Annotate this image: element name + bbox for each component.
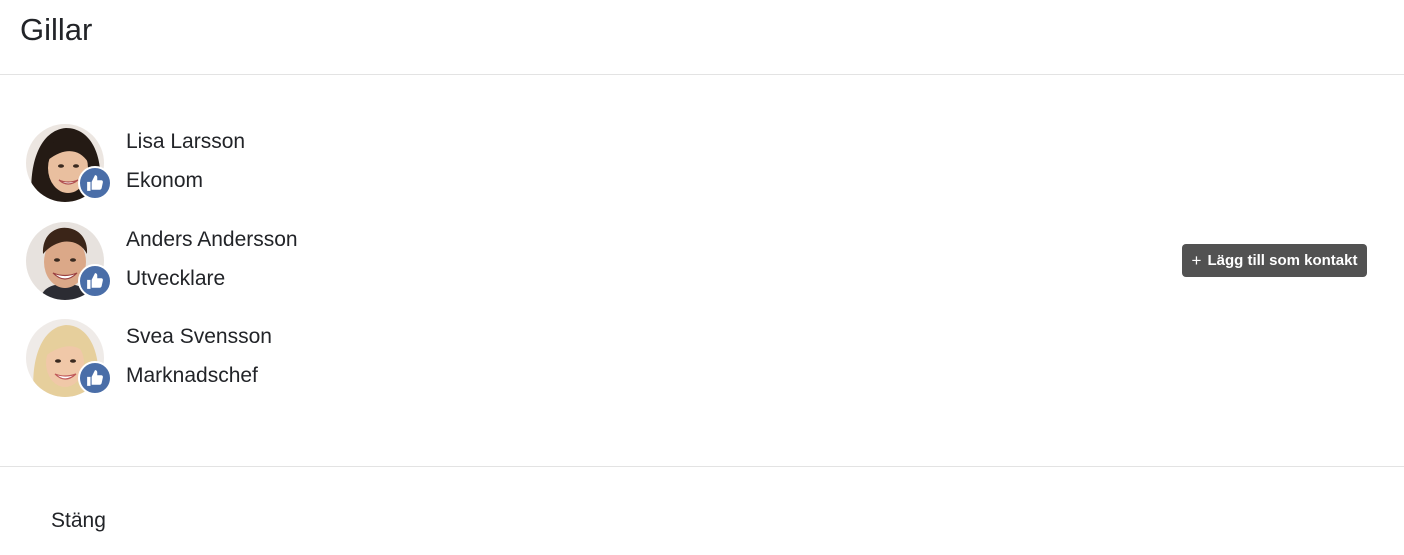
thumbs-up-icon: [78, 361, 112, 395]
add-contact-button[interactable]: + Lägg till som kontakt: [1182, 244, 1367, 277]
list-item: Svea Svensson Marknadschef: [0, 319, 1404, 399]
modal-footer: Stäng: [0, 466, 1404, 555]
thumbs-up-icon: [78, 264, 112, 298]
plus-icon: +: [1191, 251, 1202, 270]
person-title: Utvecklare: [126, 267, 226, 290]
thumbs-up-icon: [78, 166, 112, 200]
person-title: Ekonom: [126, 169, 204, 192]
close-button[interactable]: Stäng: [42, 503, 115, 539]
modal-title: Gillar: [20, 12, 93, 47]
person-name[interactable]: Lisa Larsson: [126, 128, 245, 156]
add-contact-label: Lägg till som kontakt: [1207, 252, 1358, 269]
modal-header: Gillar: [0, 0, 1404, 75]
person-name[interactable]: Anders Andersson: [126, 226, 298, 254]
list-item: Lisa Larsson Ekonom: [0, 124, 1404, 204]
person-name[interactable]: Svea Svensson: [126, 323, 272, 351]
person-title: Marknadschef: [126, 364, 258, 387]
